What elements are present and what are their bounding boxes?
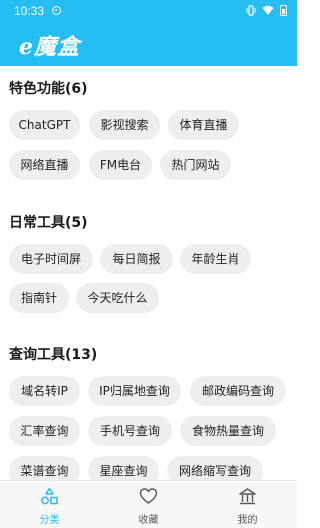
- chip-popular-sites[interactable]: 热门网站: [160, 150, 231, 180]
- section-title-featured: 特色功能(6): [9, 81, 88, 97]
- status-time: 10:33: [14, 4, 45, 18]
- chip-horoscope[interactable]: 星座查询: [88, 456, 159, 480]
- wifi-icon: [262, 5, 274, 15]
- chip-ip-location[interactable]: IP归属地查询: [88, 376, 181, 406]
- chip-chatgpt[interactable]: ChatGPT: [9, 110, 80, 140]
- bottom-nav: 分类 收藏 我的: [0, 480, 297, 528]
- chip-food-calories[interactable]: 食物热量查询: [180, 416, 276, 446]
- chip-postal-code[interactable]: 邮政编码查询: [190, 376, 286, 406]
- status-icons: [246, 5, 287, 16]
- chip-daily-brief[interactable]: 每日简报: [100, 244, 173, 274]
- chip-what-to-eat[interactable]: 今天吃什么: [76, 283, 159, 313]
- chip-video-search[interactable]: 影视搜索: [89, 110, 160, 140]
- battery-icon: [280, 5, 287, 16]
- chip-digital-clock[interactable]: 电子时间屏: [9, 244, 93, 274]
- chip-age-zodiac[interactable]: 年龄生肖: [180, 244, 251, 274]
- nav-item-category[interactable]: 分类: [0, 481, 99, 528]
- main-content: 特色功能(6) ChatGPT 影视搜索 体育直播 网络直播 FM电台 热门网站…: [0, 66, 297, 480]
- nav-item-favorites[interactable]: 收藏: [99, 481, 198, 528]
- nav-label-category: 分类: [39, 515, 60, 526]
- nav-item-profile[interactable]: 我的: [198, 481, 297, 528]
- category-icon: [41, 487, 58, 505]
- chip-phone-lookup[interactable]: 手机号查询: [88, 416, 172, 446]
- chip-fm-radio[interactable]: FM电台: [89, 150, 152, 180]
- notification-icon: [52, 6, 61, 15]
- vibrate-icon: [246, 5, 256, 16]
- chip-compass[interactable]: 指南针: [9, 283, 69, 313]
- chip-exchange-rate[interactable]: 汇率查询: [9, 416, 80, 446]
- chip-abbreviation-lookup[interactable]: 网络缩写查询: [167, 456, 263, 480]
- nav-label-favorites: 收藏: [138, 515, 159, 526]
- chip-network-live[interactable]: 网络直播: [9, 150, 80, 180]
- status-bar: 10:33: [0, 0, 297, 22]
- app-title: e魔盒: [19, 34, 80, 60]
- section-title-daily-tools: 日常工具(5): [9, 215, 88, 231]
- app-bar: e魔盒: [0, 22, 297, 66]
- chip-recipe-lookup[interactable]: 菜谱查询: [9, 456, 80, 480]
- nav-label-profile: 我的: [237, 515, 258, 526]
- section-title-query-tools: 查询工具(13): [9, 347, 98, 363]
- chip-sports-live[interactable]: 体育直播: [168, 110, 239, 140]
- heart-icon: [139, 488, 158, 504]
- chip-domain-to-ip[interactable]: 域名转IP: [9, 376, 80, 406]
- profile-icon: [239, 488, 256, 505]
